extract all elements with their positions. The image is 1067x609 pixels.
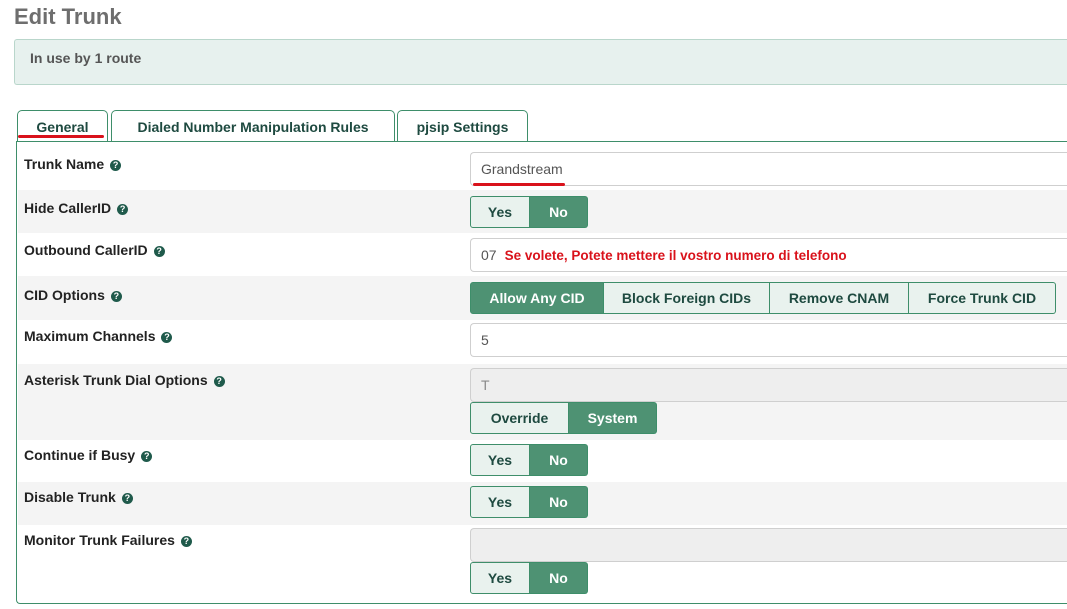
help-circle-icon[interactable]: ? <box>110 291 122 302</box>
disable-trunk-label-text: Disable Trunk <box>24 489 116 505</box>
cid-block-foreign-button[interactable]: Block Foreign CIDs <box>604 282 770 314</box>
outbound-callerid-label-text: Outbound CallerID <box>24 242 148 258</box>
monitor-failures-yes-button[interactable]: Yes <box>470 562 530 594</box>
usage-alert: In use by 1 route <box>14 39 1067 85</box>
trunk-name-annotation-underline <box>473 183 565 186</box>
monitor-failures-label: Monitor Trunk Failures? <box>24 532 192 548</box>
help-circle-icon[interactable]: ? <box>141 451 153 462</box>
continue-if-busy-yes-button[interactable]: Yes <box>470 444 530 476</box>
tab-dialed-number-label: Dialed Number Manipulation Rules <box>137 119 369 135</box>
dial-options-toggle: Override System <box>470 402 657 434</box>
cid-allow-any-button[interactable]: Allow Any CID <box>470 282 604 314</box>
continue-if-busy-label-text: Continue if Busy <box>24 447 136 463</box>
help-circle-icon[interactable]: ? <box>180 536 192 547</box>
hide-callerid-label: Hide CallerID? <box>24 200 129 216</box>
dial-options-system-button[interactable]: System <box>569 402 657 434</box>
cid-options-label-text: CID Options <box>24 287 105 303</box>
dial-options-label-text: Asterisk Trunk Dial Options <box>24 372 208 388</box>
disable-trunk-toggle: Yes No <box>470 486 588 518</box>
continue-if-busy-no-button[interactable]: No <box>530 444 588 476</box>
monitor-failures-no-button[interactable]: No <box>530 562 588 594</box>
continue-if-busy-label: Continue if Busy? <box>24 447 153 463</box>
help-circle-icon[interactable]: ? <box>161 332 173 343</box>
tab-pjsip-settings[interactable]: pjsip Settings <box>397 110 528 142</box>
page-title: Edit Trunk <box>14 4 122 29</box>
disable-trunk-label: Disable Trunk? <box>24 489 133 505</box>
trunk-name-label: Trunk Name? <box>24 156 122 172</box>
help-circle-icon[interactable]: ? <box>121 493 133 504</box>
monitor-failures-label-text: Monitor Trunk Failures <box>24 532 175 548</box>
outbound-callerid-input[interactable]: 07 Se volete, Potete mettere il vostro nu… <box>470 238 1067 272</box>
usage-alert-text: In use by 1 route <box>30 50 142 66</box>
max-channels-label: Maximum Channels? <box>24 328 173 344</box>
trunk-name-label-text: Trunk Name <box>24 156 105 172</box>
help-circle-icon[interactable]: ? <box>117 204 129 215</box>
disable-trunk-no-button[interactable]: No <box>530 486 588 518</box>
trunk-name-input[interactable]: Grandstream <box>470 152 1067 186</box>
tab-general-label: General <box>36 119 89 135</box>
max-channels-label-text: Maximum Channels <box>24 328 156 344</box>
monitor-failures-toggle: Yes No <box>470 562 588 594</box>
dial-options-input[interactable]: T <box>470 368 1067 402</box>
cid-options-label: CID Options? <box>24 287 122 303</box>
help-circle-icon[interactable]: ? <box>213 376 225 387</box>
continue-if-busy-toggle: Yes No <box>470 444 588 476</box>
help-circle-icon[interactable]: ? <box>110 160 122 171</box>
dial-options-label: Asterisk Trunk Dial Options? <box>24 372 225 388</box>
hide-callerid-yes-button[interactable]: Yes <box>470 196 530 228</box>
monitor-failures-input[interactable] <box>470 528 1067 562</box>
max-channels-input[interactable]: 5 <box>470 323 1067 357</box>
hide-callerid-label-text: Hide CallerID <box>24 200 112 216</box>
hide-callerid-toggle: Yes No <box>470 196 588 228</box>
general-tab-annotation-underline <box>18 135 104 138</box>
outbound-callerid-value: 07 <box>481 247 497 263</box>
outbound-callerid-annotation: Se volete, Potete mettere il vostro nume… <box>504 248 847 263</box>
tab-pjsip-label: pjsip Settings <box>416 119 509 135</box>
disable-trunk-yes-button[interactable]: Yes <box>470 486 530 518</box>
cid-force-trunk-button[interactable]: Force Trunk CID <box>909 282 1056 314</box>
cid-options-group: Allow Any CID Block Foreign CIDs Remove … <box>470 282 1056 314</box>
dial-options-override-button[interactable]: Override <box>470 402 569 434</box>
help-circle-icon[interactable]: ? <box>153 246 165 257</box>
tab-dialed-number-manipulation-rules[interactable]: Dialed Number Manipulation Rules <box>111 110 395 142</box>
outbound-callerid-label: Outbound CallerID? <box>24 242 165 258</box>
hide-callerid-no-button[interactable]: No <box>530 196 588 228</box>
cid-remove-cnam-button[interactable]: Remove CNAM <box>770 282 909 314</box>
